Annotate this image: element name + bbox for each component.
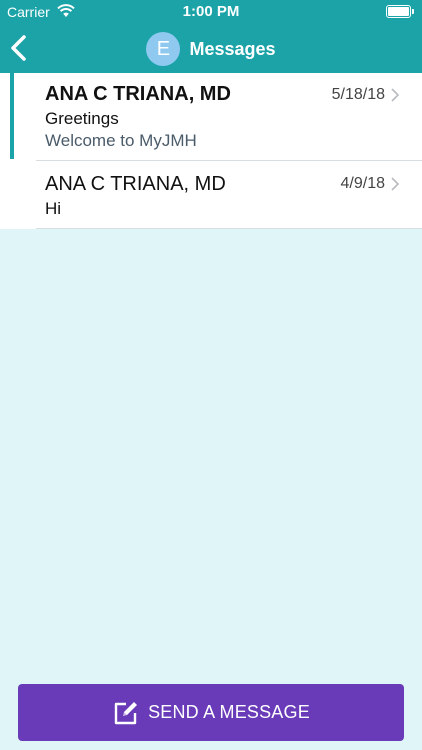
send-message-button[interactable]: SEND A MESSAGE: [18, 684, 404, 741]
message-sender: ANA C TRIANA, MD: [45, 173, 226, 195]
battery-icon: [386, 5, 414, 19]
message-preview: Welcome to MyJMH: [45, 131, 197, 150]
page-title: Messages: [189, 38, 276, 59]
avatar: E: [146, 32, 181, 66]
message-row[interactable]: ANA C TRIANA, MD 5/18/18 Greetings Welco…: [0, 73, 422, 161]
nav-title-group: E Messages: [0, 32, 422, 66]
messages-screen: Carrier 1:00 PM E Messages ANA C TRIANA,…: [0, 0, 422, 750]
message-sender: ANA C TRIANA, MD: [45, 83, 231, 105]
chevron-right-icon: [391, 177, 400, 191]
message-list: ANA C TRIANA, MD 5/18/18 Greetings Welco…: [0, 73, 422, 229]
message-date: 4/9/18: [340, 175, 385, 192]
top-bar: Carrier 1:00 PM E Messages: [0, 0, 422, 73]
status-bar: Carrier 1:00 PM: [0, 0, 422, 24]
message-subject: Hi: [45, 199, 62, 218]
message-row[interactable]: ANA C TRIANA, MD 4/9/18 Hi: [0, 161, 422, 229]
message-subject: Greetings: [45, 109, 119, 128]
compose-icon: [114, 701, 138, 724]
status-time: 1:00 PM: [182, 3, 240, 20]
unread-indicator: [10, 73, 14, 159]
navigation-bar: E Messages: [0, 24, 422, 73]
message-date: 5/18/18: [331, 86, 385, 103]
send-button-label: SEND A MESSAGE: [148, 702, 310, 722]
chevron-right-icon: [391, 88, 400, 102]
row-divider: [36, 228, 422, 229]
